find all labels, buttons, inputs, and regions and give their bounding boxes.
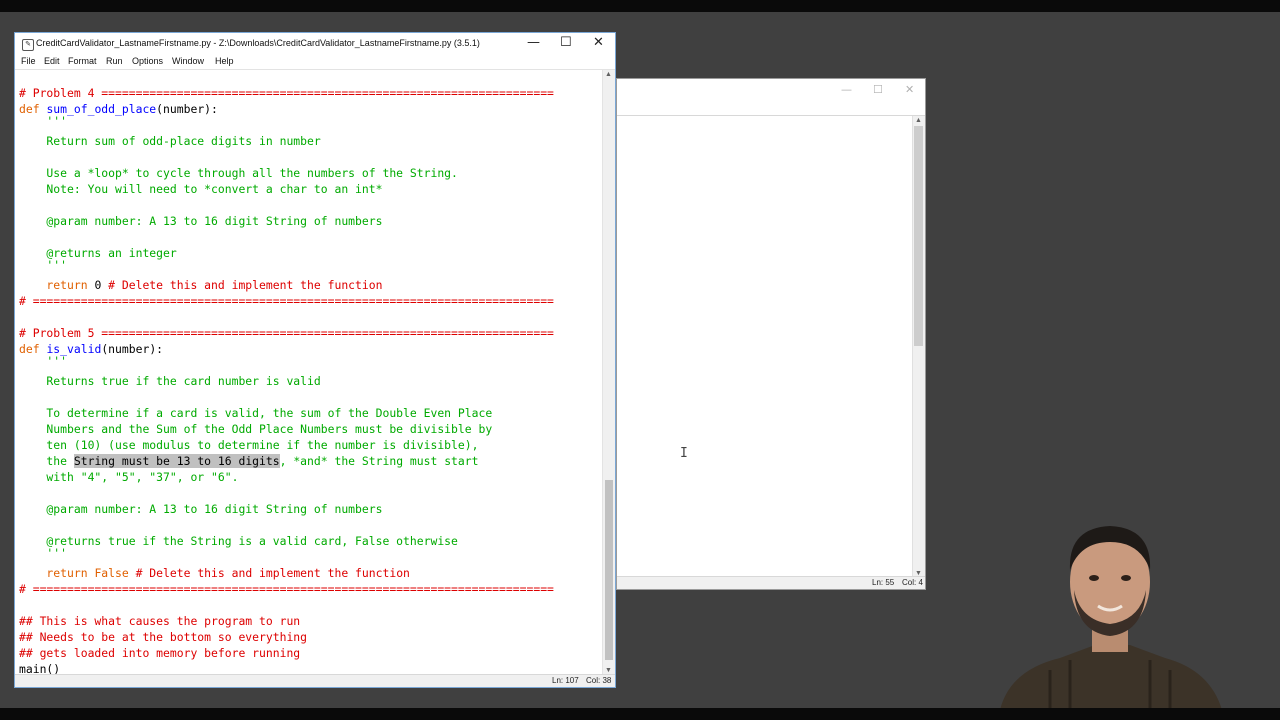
code-line: Note: You will need to *convert a char t… — [19, 182, 383, 196]
code-line: ten (10) (use modulus to determine if th… — [19, 438, 479, 452]
editor-statusbar: Ln: 107 Col: 38 — [15, 674, 615, 687]
video-bottom-letterbox — [0, 708, 1280, 720]
code-line: @param number: A 13 to 16 digit String o… — [19, 214, 383, 228]
return-value: False — [94, 566, 136, 580]
video-top-letterbox — [0, 0, 1280, 12]
shell-scrollbar[interactable]: ▲ ▼ — [912, 116, 925, 578]
shell-close-button[interactable]: ✕ — [905, 83, 914, 96]
code-line: Use a *loop* to cycle through all the nu… — [19, 166, 458, 180]
code-line: # Problem 5 ============================… — [19, 326, 554, 340]
code-line: To determine if a card is valid, the sum… — [19, 406, 493, 420]
presenter-webcam — [1000, 526, 1222, 710]
shell-minimize-button[interactable]: — — [841, 83, 852, 96]
python-file-icon: ✎ — [22, 39, 34, 51]
menu-run[interactable]: Run — [106, 56, 123, 66]
shell-status-col: Col: 4 — [902, 578, 923, 587]
function-args: (number): — [101, 342, 164, 356]
code-line: Returns true if the card number is valid — [19, 374, 321, 388]
shell-titlebar[interactable]: — ☐ ✕ — [617, 79, 925, 116]
minimize-button[interactable]: — — [527, 35, 540, 50]
code-line: ''' — [19, 546, 68, 560]
menu-help[interactable]: Help — [215, 56, 234, 66]
code-line: ''' — [19, 114, 68, 128]
menu-bar: File Edit Format Run Options Window Help — [15, 55, 615, 69]
code-line: # ======================================… — [19, 294, 554, 308]
shell-scroll-thumb[interactable] — [914, 126, 923, 346]
code-line: ## This is what causes the program to ru… — [19, 614, 301, 628]
shell-statusbar: Ln: 55 Col: 4 — [617, 576, 925, 589]
code-line: return False # Delete this and implement… — [19, 565, 410, 581]
code-line: # ======================================… — [19, 582, 554, 596]
code-line: with "4", "5", "37", or "6". — [19, 470, 239, 484]
editor-titlebar[interactable]: ✎ CreditCardValidator_LastnameFirstname.… — [15, 33, 615, 55]
editor-scrollbar[interactable]: ▲ ▼ — [602, 70, 615, 675]
menu-options[interactable]: Options — [132, 56, 163, 66]
presenter-left-eye — [1089, 575, 1099, 581]
doc-text: the — [19, 454, 74, 468]
text-cursor-icon: I — [680, 446, 688, 461]
function-args: (number): — [156, 102, 218, 116]
maximize-button[interactable]: ☐ — [560, 35, 572, 50]
return-value: 0 — [94, 278, 109, 292]
code-line: @returns true if the String is a valid c… — [19, 534, 458, 548]
code-line: @param number: A 13 to 16 digit String o… — [19, 502, 383, 516]
status-line: Ln: 107 — [552, 676, 579, 685]
close-button[interactable]: ✕ — [593, 35, 604, 50]
code-line: ## Needs to be at the bottom so everythi… — [19, 630, 308, 644]
menu-edit[interactable]: Edit — [44, 56, 60, 66]
menu-divider — [15, 69, 615, 70]
shell-status-line: Ln: 55 — [872, 578, 895, 587]
window-title: CreditCardValidator_LastnameFirstname.py… — [36, 38, 480, 48]
scroll-down-arrow-icon[interactable]: ▼ — [605, 667, 612, 674]
presenter-shirt — [1000, 645, 1222, 710]
code-line: Return sum of odd-place digits in number — [19, 134, 321, 148]
scroll-up-arrow-icon[interactable]: ▲ — [605, 71, 612, 78]
inline-comment: # Delete this and implement the function — [135, 566, 410, 580]
menu-file[interactable]: File — [21, 56, 36, 66]
code-line: main() — [19, 662, 61, 675]
code-line: ''' — [19, 258, 68, 272]
code-line: return 0 # Delete this and implement the… — [19, 277, 382, 293]
keyword-return: return — [19, 278, 95, 292]
shell-window[interactable]: — ☐ ✕ ▲ ▼ Ln: 55 Col: 4 — [616, 78, 926, 590]
inline-comment: # Delete this and implement the function — [108, 278, 383, 292]
editor-scroll-thumb[interactable] — [605, 480, 613, 660]
editor-window[interactable]: ✎ CreditCardValidator_LastnameFirstname.… — [14, 32, 616, 688]
menu-window[interactable]: Window — [172, 56, 204, 66]
menu-format[interactable]: Format — [68, 56, 97, 66]
scroll-up-arrow-icon[interactable]: ▲ — [915, 117, 922, 124]
doc-text: , *and* the String must start — [279, 454, 479, 468]
selected-text[interactable]: String must be 13 to 16 digits — [73, 454, 280, 468]
code-line: # Problem 4 ============================… — [19, 86, 554, 100]
status-col: Col: 38 — [586, 676, 612, 685]
shell-maximize-button[interactable]: ☐ — [873, 83, 883, 96]
code-line: ''' — [19, 354, 68, 368]
keyword-return: return — [19, 566, 95, 580]
presenter-right-eye — [1121, 575, 1131, 581]
code-line: the String must be 13 to 16 digits, *and… — [19, 453, 478, 469]
code-line: ## gets loaded into memory before runnin… — [19, 646, 301, 660]
code-line: Numbers and the Sum of the Odd Place Num… — [19, 422, 493, 436]
code-editor[interactable]: # Problem 4 ============================… — [19, 85, 599, 675]
